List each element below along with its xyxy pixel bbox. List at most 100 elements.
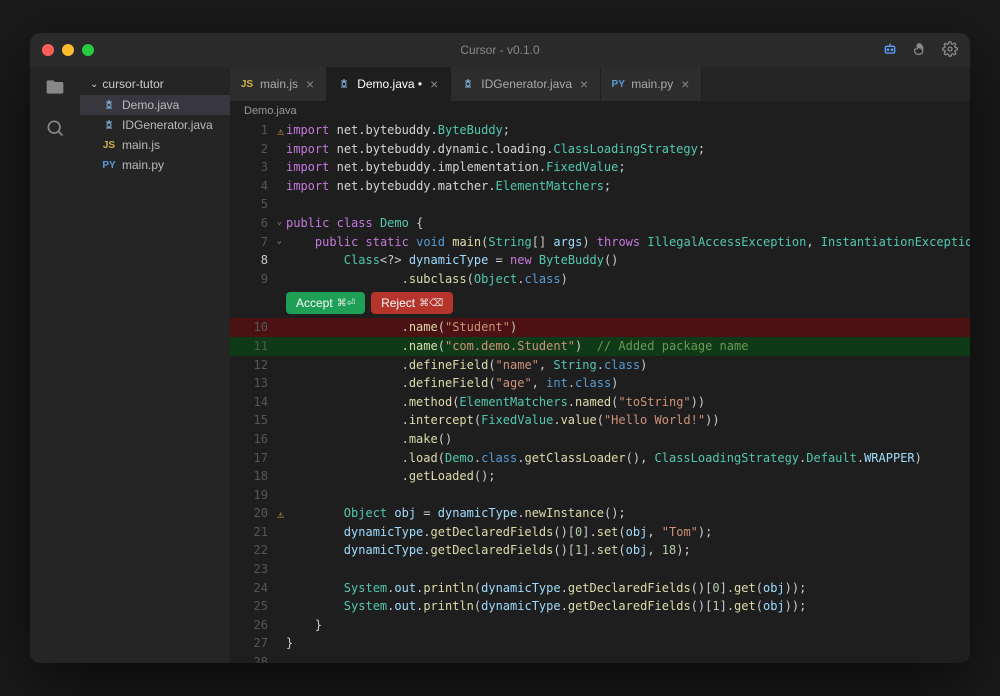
py-file-icon: PY [102, 160, 116, 171]
line-number: 23 [230, 560, 286, 579]
code-content[interactable]: .load(Demo.class.getClassLoader(), Class… [286, 449, 970, 468]
close-icon[interactable]: × [428, 76, 440, 92]
code-content[interactable]: dynamicType.getDeclaredFields()[1].set(o… [286, 541, 970, 560]
code-editor[interactable]: 1⚠import net.bytebuddy.ByteBuddy;2import… [230, 121, 970, 663]
code-content[interactable]: .defineField("name", String.class) [286, 356, 970, 375]
line-number: 19 [230, 486, 286, 505]
accept-shortcut: ⌘⏎ [337, 298, 355, 309]
code-line[interactable]: 12 .defineField("name", String.class) [230, 356, 970, 375]
code-content[interactable] [286, 486, 970, 505]
search-icon[interactable] [45, 118, 65, 141]
close-window-button[interactable] [42, 44, 54, 56]
code-content[interactable]: public static void main(String[] args) t… [286, 233, 970, 252]
code-line[interactable]: 20⚠ Object obj = dynamicType.newInstance… [230, 504, 970, 523]
code-line[interactable]: 8 Class<?> dynamicType = new ByteBuddy() [230, 251, 970, 270]
code-line[interactable]: 10 .name("Student") [230, 318, 970, 337]
code-content[interactable]: } [286, 616, 970, 635]
close-icon[interactable]: × [578, 76, 590, 92]
code-line[interactable]: 1⚠import net.bytebuddy.ByteBuddy; [230, 121, 970, 140]
line-number: 21 [230, 523, 286, 542]
tab[interactable]: IDGenerator.java × [451, 67, 601, 101]
code-line[interactable]: 23 [230, 560, 970, 579]
code-content[interactable]: .name("Student") [286, 318, 970, 337]
code-content[interactable]: } [286, 634, 970, 653]
code-line[interactable]: 6⌄public class Demo { [230, 214, 970, 233]
tab[interactable]: Demo.java •× [327, 67, 451, 101]
code-content[interactable]: .getLoaded(); [286, 467, 970, 486]
code-content[interactable]: dynamicType.getDeclaredFields()[0].set(o… [286, 523, 970, 542]
fold-icon[interactable]: ⌄ [277, 235, 282, 249]
code-line[interactable]: 25 System.out.println(dynamicType.getDec… [230, 597, 970, 616]
code-content[interactable]: public class Demo { [286, 214, 970, 233]
code-content[interactable]: import net.bytebuddy.ByteBuddy; [286, 121, 970, 140]
maximize-window-button[interactable] [82, 44, 94, 56]
code-content[interactable] [286, 195, 970, 214]
folder-icon[interactable] [45, 77, 65, 100]
tab[interactable]: PY main.py × [601, 67, 702, 101]
code-content[interactable]: Object obj = dynamicType.newInstance(); [286, 504, 970, 523]
tab-label: IDGenerator.java [481, 77, 572, 91]
minimize-window-button[interactable] [62, 44, 74, 56]
robot-icon[interactable] [882, 41, 898, 60]
fold-icon[interactable]: ⌄ [277, 216, 282, 230]
code-content[interactable]: import net.bytebuddy.implementation.Fixe… [286, 158, 970, 177]
tab-label: main.py [631, 77, 673, 91]
code-content[interactable]: .intercept(FixedValue.value("Hello World… [286, 411, 970, 430]
code-content[interactable]: import net.bytebuddy.matcher.ElementMatc… [286, 177, 970, 196]
code-line[interactable]: 24 System.out.println(dynamicType.getDec… [230, 579, 970, 598]
code-line[interactable]: 2import net.bytebuddy.dynamic.loading.Cl… [230, 140, 970, 159]
line-number: 16 [230, 430, 286, 449]
file-item[interactable]: IDGenerator.java [80, 115, 230, 135]
code-line[interactable]: 13 .defineField("age", int.class) [230, 374, 970, 393]
code-line[interactable]: 26 } [230, 616, 970, 635]
java-file-icon [102, 99, 116, 111]
code-line[interactable]: 3import net.bytebuddy.implementation.Fix… [230, 158, 970, 177]
code-line[interactable]: 17 .load(Demo.class.getClassLoader(), Cl… [230, 449, 970, 468]
code-line[interactable]: 19 [230, 486, 970, 505]
code-line[interactable]: 5 [230, 195, 970, 214]
hand-icon[interactable] [912, 41, 928, 60]
folder-root-label: cursor-tutor [102, 77, 163, 91]
line-number: 8 [230, 251, 286, 270]
file-item[interactable]: PYmain.py [80, 155, 230, 175]
code-line[interactable]: 11 .name("com.demo.Student") // Added pa… [230, 337, 970, 356]
java-file-icon [337, 78, 351, 90]
code-content[interactable]: import net.bytebuddy.dynamic.loading.Cla… [286, 140, 970, 159]
code-line[interactable]: 22 dynamicType.getDeclaredFields()[1].se… [230, 541, 970, 560]
file-item[interactable]: JSmain.js [80, 135, 230, 155]
accept-button[interactable]: Accept ⌘⏎ [286, 292, 365, 314]
code-line[interactable]: 28 [230, 653, 970, 663]
tab[interactable]: JSmain.js× [230, 67, 327, 101]
code-content[interactable] [286, 653, 970, 663]
code-content[interactable]: Class<?> dynamicType = new ByteBuddy() [286, 251, 970, 270]
file-item-label: main.js [122, 138, 160, 152]
code-line[interactable]: 27} [230, 634, 970, 653]
py-file-icon: PY [611, 79, 625, 90]
folder-root[interactable]: ⌄ cursor-tutor [80, 73, 230, 95]
line-number: 15 [230, 411, 286, 430]
code-line[interactable]: 21 dynamicType.getDeclaredFields()[0].se… [230, 523, 970, 542]
reject-button[interactable]: Reject ⌘⌫ [371, 292, 453, 314]
code-line[interactable]: 16 .make() [230, 430, 970, 449]
file-item[interactable]: Demo.java [80, 95, 230, 115]
code-line[interactable]: 14 .method(ElementMatchers.named("toStri… [230, 393, 970, 412]
code-content[interactable]: .make() [286, 430, 970, 449]
code-line[interactable]: 4import net.bytebuddy.matcher.ElementMat… [230, 177, 970, 196]
code-line[interactable]: 18 .getLoaded(); [230, 467, 970, 486]
code-content[interactable]: .name("com.demo.Student") // Added packa… [286, 337, 970, 356]
close-icon[interactable]: × [679, 76, 691, 92]
close-icon[interactable]: × [304, 76, 316, 92]
gear-icon[interactable] [942, 41, 958, 60]
line-number: 17 [230, 449, 286, 468]
breadcrumb[interactable]: Demo.java [230, 101, 970, 121]
code-line[interactable]: 7⌄ public static void main(String[] args… [230, 233, 970, 252]
js-file-icon: JS [240, 79, 254, 90]
code-content[interactable]: .subclass(Object.class) [286, 270, 970, 289]
code-line[interactable]: 9 .subclass(Object.class) [230, 270, 970, 289]
code-content[interactable]: System.out.println(dynamicType.getDeclar… [286, 597, 970, 616]
code-content[interactable] [286, 560, 970, 579]
code-content[interactable]: System.out.println(dynamicType.getDeclar… [286, 579, 970, 598]
code-content[interactable]: .defineField("age", int.class) [286, 374, 970, 393]
code-content[interactable]: .method(ElementMatchers.named("toString"… [286, 393, 970, 412]
code-line[interactable]: 15 .intercept(FixedValue.value("Hello Wo… [230, 411, 970, 430]
